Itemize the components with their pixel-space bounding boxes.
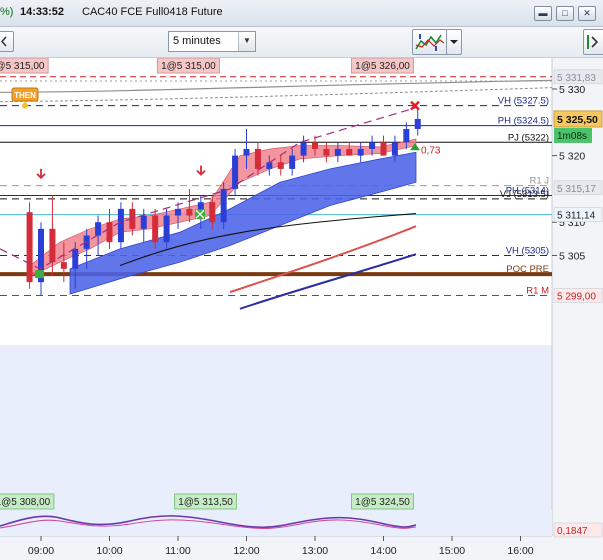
candle-body <box>380 142 387 156</box>
order-tag-label: 1@5 326,00 <box>355 61 410 72</box>
close-icon[interactable]: ✕ <box>578 6 596 21</box>
candle-body <box>140 215 147 229</box>
x-tick-label: 14:00 <box>370 545 396 557</box>
then-anchor-dot <box>22 102 28 109</box>
chevron-down-icon: ▼ <box>238 32 255 51</box>
candle-body <box>334 148 341 156</box>
ratio-label: 0,73 <box>421 146 441 157</box>
price-tag-label: 5 299,00 <box>557 291 596 302</box>
candle-body <box>391 142 398 156</box>
maximize-icon[interactable]: □ <box>556 6 574 21</box>
minimize-icon[interactable]: ▬ <box>534 6 552 21</box>
buy-marker-icon <box>35 270 44 279</box>
timeframe-select[interactable]: 5 minutes ▼ <box>168 31 256 52</box>
then-badge-label: THEN <box>14 91 36 100</box>
price-tag-label: 5 315,17 <box>557 184 596 195</box>
x-tick-label: 12:00 <box>233 545 259 557</box>
candle-body <box>60 262 67 269</box>
price-tag-label: 0,1847 <box>557 526 588 537</box>
candle-body <box>49 228 56 263</box>
candle-body <box>117 208 124 243</box>
clock-time: 14:33:52 <box>20 6 65 18</box>
instrument-name: CAC40 FCE Full0418 Future <box>82 6 223 18</box>
price-tag-label: 5 331,83 <box>557 73 596 84</box>
candle-body <box>312 142 318 149</box>
x-tick-label: 10:00 <box>96 545 122 557</box>
candle-body <box>220 188 227 223</box>
countdown-label: 1m08s <box>557 131 587 142</box>
price-tag-label: 5 311,14 <box>557 211 596 222</box>
price-chart[interactable]: VH (5327.5)PH (5324.5)PJ (5322)R1 JPH (5… <box>0 58 603 560</box>
chevron-right-icon[interactable] <box>583 29 603 55</box>
y-tick-label: 5 320 <box>559 151 585 163</box>
time-axis <box>0 536 552 560</box>
chart-toolbar: 5 minutes ▼ <box>0 27 603 58</box>
x-tick-label: 09:00 <box>28 545 54 557</box>
level-label: VH (5327.5) <box>498 96 549 107</box>
candle-body <box>346 148 353 156</box>
value-area-band <box>0 345 552 536</box>
order-tag-label: 1@5 313,50 <box>178 497 233 508</box>
candle-body <box>152 215 159 243</box>
level-label: VJ (5313.5) <box>500 189 549 200</box>
title-bar: %) 14:33:52 CAC40 FCE Full0418 Future ▬ … <box>0 0 603 27</box>
candle-body <box>186 208 193 216</box>
candle-body <box>403 128 410 143</box>
timeframe-value: 5 minutes <box>173 35 221 47</box>
level-label: R1 M <box>526 285 549 296</box>
x-tick-label: 15:00 <box>439 545 465 557</box>
order-tag-label: 1@5 308,00 <box>0 497 51 508</box>
current-price-label: 5 325,50 <box>557 114 598 126</box>
chevron-down-icon[interactable] <box>446 29 462 55</box>
candle-body <box>26 212 33 283</box>
order-tag-label: 1@5 315,00 <box>0 61 45 72</box>
candle-body <box>175 208 181 216</box>
candle-body <box>72 248 79 269</box>
candle-body <box>369 142 376 149</box>
candle-body <box>95 222 102 236</box>
order-tag-label: 1@5 324,50 <box>355 497 410 508</box>
candle-body <box>163 215 170 243</box>
chart-window: %) 14:33:52 CAC40 FCE Full0418 Future ▬ … <box>0 0 603 560</box>
chevron-left-icon[interactable] <box>0 31 14 52</box>
x-tick-label: 13:00 <box>302 545 328 557</box>
level-label: POC PRE <box>506 264 549 275</box>
level-label: PH (5324.5) <box>498 116 549 127</box>
order-tag-label: 1@5 315,00 <box>161 61 216 72</box>
change-percent: %) <box>0 6 14 18</box>
chart-indicators-icon[interactable] <box>412 29 448 55</box>
y-tick-label: 5 305 <box>559 251 585 263</box>
candle-body <box>300 142 307 156</box>
candle-body <box>254 148 261 169</box>
candle-body <box>357 148 364 156</box>
x-tick-label: 16:00 <box>507 545 533 557</box>
candle-body <box>277 162 284 169</box>
candle-body <box>323 148 330 156</box>
candle-body <box>209 202 216 223</box>
candle-body <box>289 155 296 169</box>
candle-body <box>414 118 421 129</box>
candle-body <box>106 222 113 243</box>
x-tick-label: 11:00 <box>165 545 191 557</box>
candle-body <box>243 148 250 156</box>
y-tick-label: 5 330 <box>559 84 585 96</box>
level-label: VH (5305) <box>506 246 549 257</box>
level-label: PJ (5322) <box>508 132 549 143</box>
